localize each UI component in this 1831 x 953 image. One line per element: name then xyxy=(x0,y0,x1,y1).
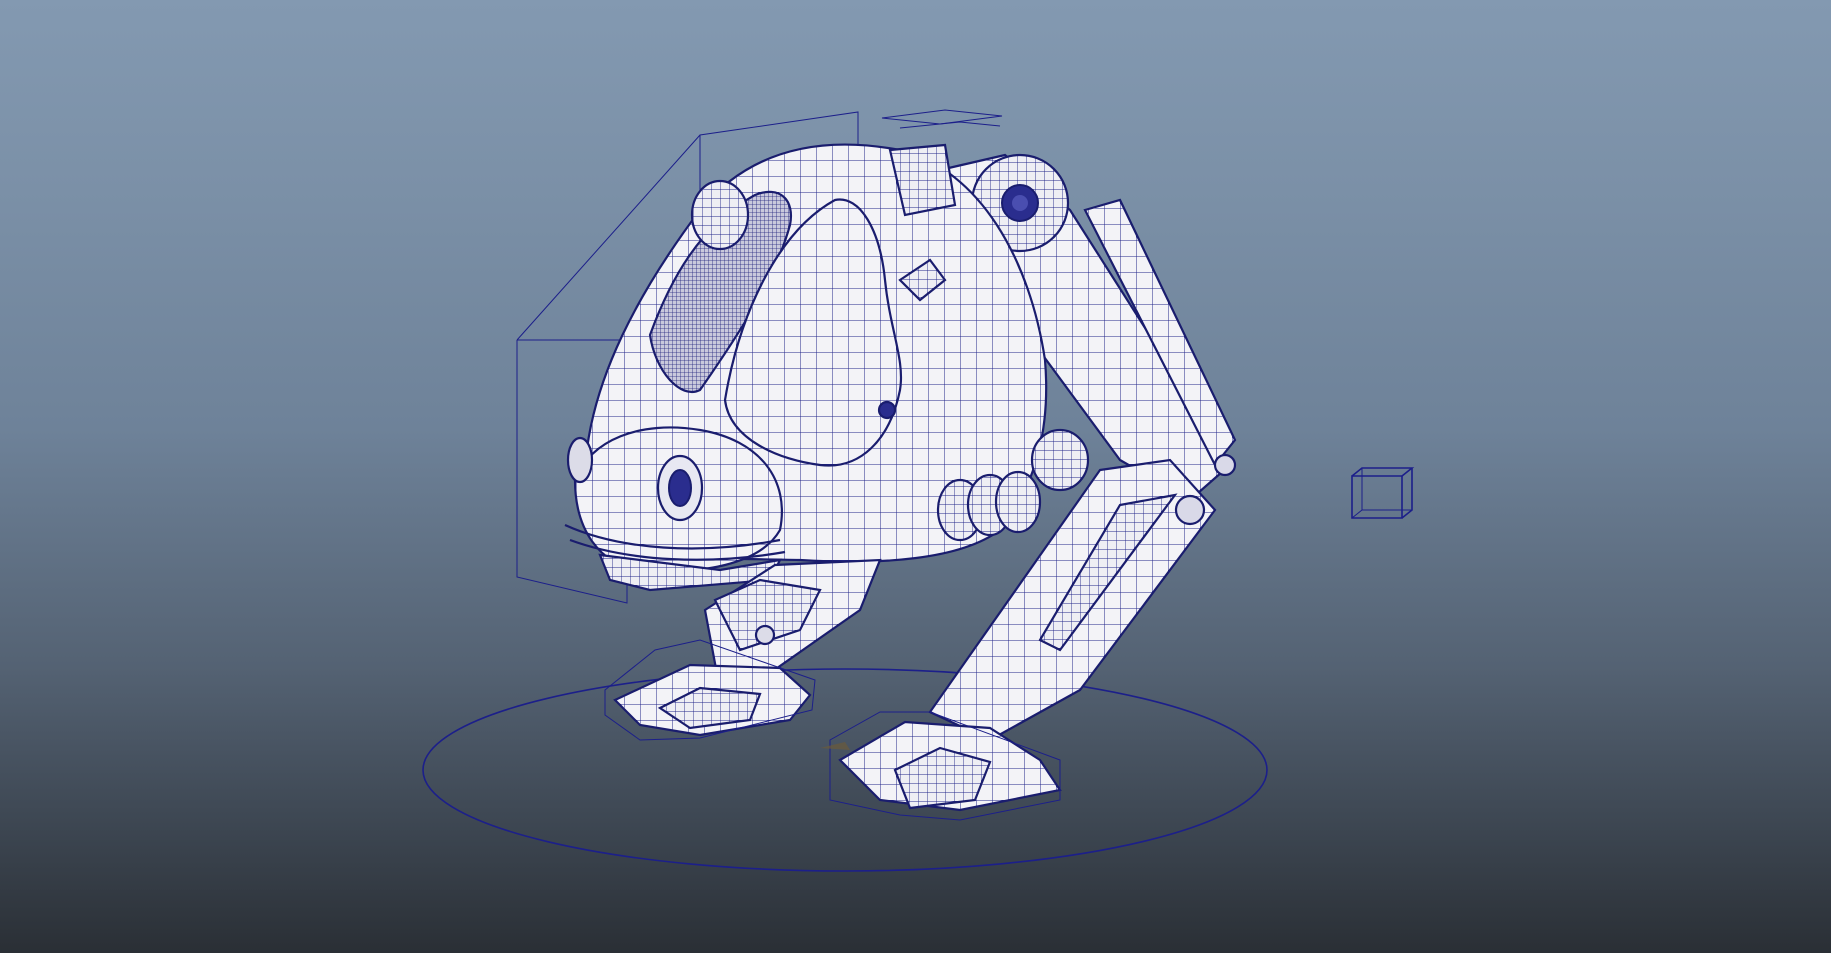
3d-viewport[interactable] xyxy=(0,0,1831,953)
belly-rings xyxy=(936,470,1042,542)
scene-canvas[interactable] xyxy=(0,0,1831,953)
ground-shadow-marker xyxy=(820,742,850,750)
locator-cube[interactable] xyxy=(1351,467,1415,519)
shoulder-control-boxes[interactable] xyxy=(881,109,1003,129)
root-control-circle[interactable] xyxy=(422,668,1268,872)
